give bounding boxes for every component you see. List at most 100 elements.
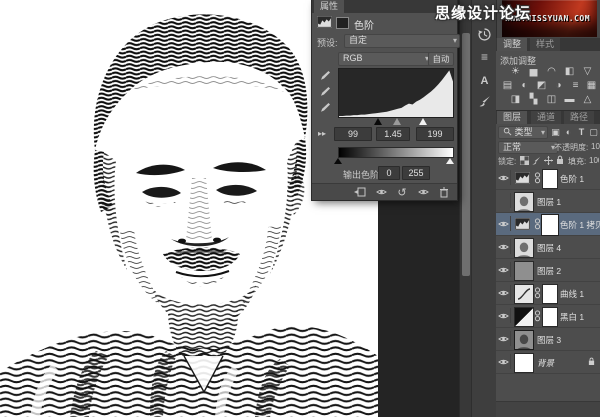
shadow-input-field[interactable]: 99 (334, 127, 372, 141)
photoshop-window: ≡ A 调整 样式 添加调整 ☀ ▅ ◠ ◧ ▽ ▤ ◐ ◩ ◑ ≡ ▦ ◨ ▚… (0, 0, 600, 417)
tab-styles[interactable]: 样式 (530, 38, 560, 51)
opacity-value[interactable]: 100% (591, 142, 600, 151)
gradient-map-icon[interactable]: ▬ (562, 94, 577, 106)
output-highlight-field[interactable]: 255 (402, 166, 430, 180)
layer-name[interactable]: 色阶 1 拷贝 (560, 219, 600, 231)
threshold-icon[interactable]: ◫ (544, 94, 559, 106)
layer-name[interactable]: 曲线 1 (560, 288, 584, 300)
opacity-label: 不透明度: (554, 142, 588, 153)
scrollbar-thumb[interactable] (462, 33, 470, 276)
preset-dropdown[interactable]: 自定 (344, 34, 460, 48)
layer-filter-dropdown[interactable]: 类型 (498, 126, 548, 139)
layer-mask-thumbnail[interactable] (542, 169, 558, 189)
highlight-input-slider[interactable] (419, 118, 427, 125)
layer-row[interactable]: 图层 1 (496, 190, 600, 213)
blend-mode-dropdown[interactable]: 正常 (498, 141, 558, 154)
channel-dropdown[interactable]: RGB (338, 52, 432, 66)
layer-thumbnail[interactable] (514, 238, 534, 258)
brush-panel-icon[interactable] (476, 92, 493, 109)
posterize-icon[interactable]: ▚ (526, 94, 541, 106)
layer-row[interactable]: 黑白 1 (496, 305, 600, 328)
filter-shape-layers-icon[interactable]: ▢ (586, 126, 600, 138)
lock-pixels-icon[interactable] (532, 156, 541, 165)
lock-transparency-icon[interactable] (520, 156, 529, 165)
layer-name[interactable]: 背景 (537, 357, 554, 369)
eye-icon[interactable] (497, 216, 511, 231)
history-panel-icon[interactable] (476, 26, 493, 43)
eye-icon[interactable] (497, 354, 511, 369)
fill-value[interactable]: 100% (589, 156, 599, 165)
layer-name[interactable]: 图层 4 (537, 242, 561, 254)
color-lookup-icon[interactable]: ▦ (584, 80, 599, 92)
layer-row-selected[interactable]: 色阶 1 拷贝 (496, 213, 600, 236)
layer-mask-thumbnail[interactable] (542, 215, 558, 235)
layer-row[interactable]: 背景 (496, 351, 600, 374)
character-panel-icon[interactable]: A (476, 72, 493, 89)
layer-mask-thumbnail[interactable] (542, 307, 558, 327)
layer-thumbnail[interactable] (514, 192, 534, 212)
eye-icon[interactable] (497, 331, 511, 346)
eye-toggle-empty[interactable] (497, 193, 511, 208)
layer-thumbnail[interactable] (514, 261, 534, 281)
layer-name[interactable]: 色阶 1 (560, 173, 584, 185)
layer-thumbnail[interactable] (514, 330, 534, 350)
vibrance-icon[interactable]: ▽ (580, 66, 595, 78)
levels-thumbnail[interactable] (514, 215, 532, 233)
eye-icon[interactable] (497, 308, 511, 323)
layer-name[interactable]: 图层 2 (537, 265, 561, 277)
channel-mixer-icon[interactable]: ≡ (568, 80, 583, 92)
clip-to-layer-icon[interactable] (353, 186, 367, 198)
layer-row[interactable]: 图层 2 (496, 259, 600, 282)
selective-color-icon[interactable]: △ (580, 94, 595, 106)
layer-name[interactable]: 图层 3 (537, 334, 561, 346)
tab-properties[interactable]: 属性 (314, 0, 344, 13)
layer-visibility-icon[interactable] (416, 186, 430, 198)
levels-thumbnail[interactable] (514, 169, 532, 187)
view-previous-state-icon[interactable] (374, 186, 388, 198)
output-shadow-field[interactable]: 0 (378, 166, 400, 180)
hue-saturation-icon[interactable]: ▤ (500, 80, 515, 92)
black-white-icon[interactable]: ◩ (534, 80, 549, 92)
white-point-eyedropper-icon[interactable] (319, 102, 331, 114)
tab-layers[interactable]: 图层 (497, 111, 527, 124)
eye-icon[interactable] (497, 285, 511, 300)
curves-icon[interactable]: ◠ (544, 66, 559, 78)
invert-icon[interactable]: ◨ (508, 94, 523, 106)
output-shadow-slider[interactable] (334, 158, 342, 164)
output-highlight-slider[interactable] (446, 158, 454, 164)
layer-row[interactable]: 图层 3 (496, 328, 600, 351)
preset-label: 预设: (317, 36, 338, 49)
layer-name[interactable]: 图层 1 (537, 196, 561, 208)
curves-thumbnail[interactable] (514, 284, 534, 304)
eye-icon[interactable] (497, 239, 511, 254)
highlight-input-field[interactable]: 199 (416, 127, 454, 141)
tab-adjustments[interactable]: 调整 (497, 38, 527, 51)
brightness-contrast-icon[interactable]: ☀ (508, 66, 523, 78)
layer-row[interactable]: 图层 4 (496, 236, 600, 259)
actions-panel-icon[interactable]: ≡ (476, 48, 493, 65)
tab-channels[interactable]: 通道 (531, 111, 561, 124)
background-thumbnail[interactable] (514, 353, 534, 373)
color-balance-icon[interactable]: ◐ (517, 80, 532, 92)
exposure-icon[interactable]: ◧ (562, 66, 577, 78)
tab-paths[interactable]: 路径 (564, 111, 594, 124)
reset-icon[interactable]: ↺ (395, 186, 409, 198)
layer-row[interactable]: 曲线 1 (496, 282, 600, 305)
lock-all-icon[interactable] (556, 155, 564, 165)
delete-adjustment-icon[interactable] (437, 186, 451, 198)
black-point-eyedropper-icon[interactable] (319, 70, 331, 82)
lock-position-icon[interactable] (544, 156, 553, 165)
gamma-input-field[interactable]: 1.45 (376, 127, 410, 141)
photo-filter-icon[interactable]: ◑ (551, 80, 566, 92)
shadow-input-slider[interactable] (374, 118, 382, 125)
gray-point-eyedropper-icon[interactable] (319, 86, 331, 98)
gamma-input-slider[interactable] (393, 118, 401, 125)
eye-icon[interactable] (497, 262, 511, 277)
eye-icon[interactable] (497, 170, 511, 185)
auto-button[interactable]: 自动 (428, 52, 454, 66)
layer-mask-thumbnail[interactable] (542, 284, 558, 304)
layer-row[interactable]: 色阶 1 (496, 167, 600, 190)
levels-icon[interactable]: ▅ (526, 66, 541, 78)
black-white-thumbnail[interactable] (514, 307, 534, 327)
layer-name[interactable]: 黑白 1 (560, 311, 584, 323)
